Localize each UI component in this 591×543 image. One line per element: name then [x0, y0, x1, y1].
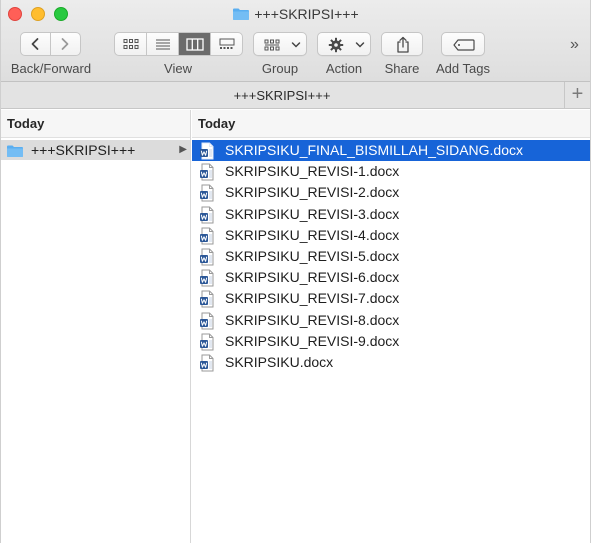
group-button[interactable] [253, 32, 307, 56]
column-2-header: Today [192, 110, 590, 138]
chevron-down-icon [355, 42, 365, 48]
back-forward-control [20, 32, 81, 56]
back-forward-label: Back/Forward [10, 61, 92, 76]
file-name: SKRIPSIKU_REVISI-5.docx [225, 247, 400, 264]
share-button[interactable] [381, 32, 423, 56]
list-view-button[interactable] [147, 33, 179, 55]
file-row[interactable]: SKRIPSIKU_REVISI-4.docx [192, 225, 590, 246]
forward-button[interactable] [51, 33, 80, 55]
file-row[interactable]: SKRIPSIKU_REVISI-5.docx [192, 246, 590, 267]
toolbar: +++SKRIPSI+++ Back/Forward View Group Ac… [1, 0, 590, 82]
columns-icon [185, 37, 204, 51]
disclosure-arrow-icon: ▶ [179, 144, 187, 155]
group-label: Group [261, 61, 299, 76]
chevron-right-icon [61, 38, 69, 50]
icon-view-button[interactable] [115, 33, 147, 55]
action-button[interactable] [317, 32, 371, 56]
finder-window: +++SKRIPSI+++ Back/Forward View Group Ac… [0, 0, 591, 543]
column-view-button[interactable] [179, 33, 211, 55]
folder-icon [232, 7, 250, 24]
file-row[interactable]: SKRIPSIKU_REVISI-8.docx [192, 310, 590, 331]
file-name: SKRIPSIKU.docx [225, 353, 334, 370]
back-button[interactable] [21, 33, 51, 55]
path-bar: +++SKRIPSI+++ + [1, 82, 590, 109]
gear-icon [328, 37, 344, 53]
word-document-icon [199, 354, 215, 378]
file-name: SKRIPSIKU_REVISI-9.docx [225, 332, 400, 349]
file-row[interactable]: SKRIPSIKU_REVISI-1.docx [192, 161, 590, 182]
file-name: SKRIPSIKU_REVISI-1.docx [225, 163, 400, 180]
column-1-header: Today [1, 110, 190, 138]
share-label: Share [384, 61, 420, 76]
group-icon [264, 39, 280, 51]
browser-column-2: Today SKRIPSIKU_FINAL_BISMILLAH_SIDANG.d… [192, 110, 590, 543]
icon-grid-icon [123, 39, 138, 49]
file-name: SKRIPSIKU_REVISI-3.docx [225, 205, 400, 222]
file-name: SKRIPSIKU_REVISI-7.docx [225, 290, 400, 307]
share-icon [397, 36, 409, 53]
gallery-icon [219, 38, 234, 49]
window-title-text: +++SKRIPSI+++ [254, 6, 359, 22]
file-row[interactable]: SKRIPSIKU_REVISI-2.docx [192, 182, 590, 203]
gallery-view-button[interactable] [211, 33, 242, 55]
file-row[interactable]: SKRIPSIKU_REVISI-9.docx [192, 331, 590, 352]
window-title: +++SKRIPSI+++ [1, 6, 590, 24]
view-label: View [164, 61, 192, 76]
file-row[interactable]: SKRIPSIKU_REVISI-6.docx [192, 267, 590, 288]
path-bar-title: +++SKRIPSI+++ [233, 88, 331, 103]
chevron-left-icon [31, 38, 39, 50]
file-name: SKRIPSIKU_FINAL_BISMILLAH_SIDANG.docx [225, 142, 523, 158]
folder-name: +++SKRIPSI+++ [31, 142, 136, 158]
add-tags-button[interactable] [441, 32, 485, 56]
tag-icon [453, 39, 475, 51]
file-name: SKRIPSIKU_REVISI-8.docx [225, 311, 400, 328]
add-tags-label: Add Tags [436, 61, 490, 76]
file-row[interactable]: SKRIPSIKU.docx [192, 352, 590, 373]
file-row[interactable]: SKRIPSIKU_REVISI-3.docx [192, 204, 590, 225]
file-list: SKRIPSIKU_FINAL_BISMILLAH_SIDANG.docx SKR… [192, 138, 590, 373]
add-tab-button[interactable]: + [564, 82, 590, 109]
list-icon [155, 39, 170, 50]
file-row-selected[interactable]: SKRIPSIKU_FINAL_BISMILLAH_SIDANG.docx [192, 140, 590, 162]
toolbar-overflow-button[interactable]: » [570, 36, 579, 54]
action-label: Action [325, 61, 363, 76]
file-name: SKRIPSIKU_REVISI-2.docx [225, 184, 400, 201]
view-control [114, 32, 243, 56]
file-name: SKRIPSIKU_REVISI-6.docx [225, 269, 400, 286]
chevron-down-icon [291, 42, 301, 48]
browser-column-1: Today +++SKRIPSI+++ ▶ [1, 110, 191, 543]
folder-item[interactable]: +++SKRIPSI+++ ▶ [1, 140, 190, 160]
folder-icon [6, 143, 24, 163]
file-row[interactable]: SKRIPSIKU_REVISI-7.docx [192, 288, 590, 309]
file-name: SKRIPSIKU_REVISI-4.docx [225, 226, 400, 243]
